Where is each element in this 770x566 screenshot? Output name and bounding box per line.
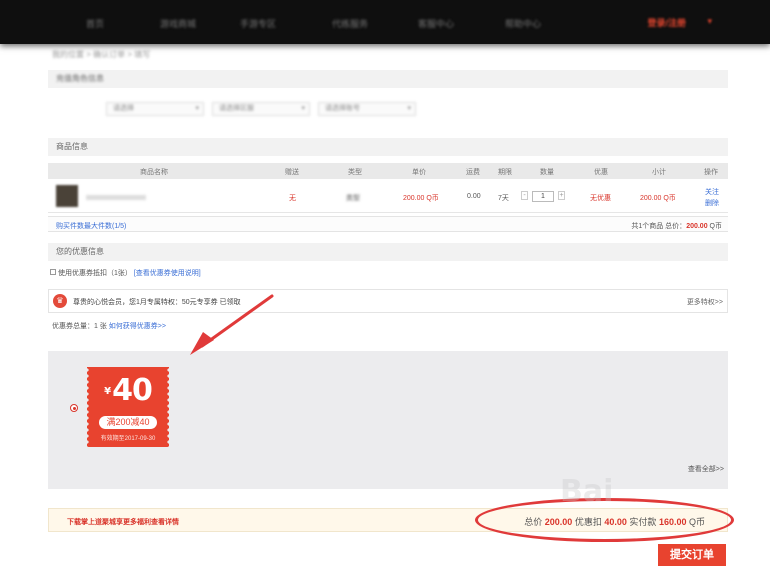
nav-item-help[interactable]: 帮助中心	[505, 17, 541, 30]
nav-item-mobile[interactable]: 手游专区	[240, 17, 276, 30]
app-promo-note[interactable]: 下载掌上道聚城享更多福利查看详情	[67, 517, 179, 527]
goods-summary-bar: 购买件数最大件数(1/5) 共1个商品 总价：200.00 Q币	[48, 216, 728, 232]
unit-price: 200.00 Q币	[403, 195, 439, 202]
goods-table-header: 商品名称 赠送 类型 单价 运费 期限 数量 优惠 小计 操作	[48, 163, 728, 179]
coupon-count-line: 优惠券总量：1 张 如何获得优惠券>>	[52, 323, 166, 330]
coupon-rules-link[interactable]: [查看优惠券使用说明]	[134, 270, 201, 277]
vip-privilege-text: 尊贵的心悦会员，您1月专属特权：50元专享券 已领取	[73, 299, 241, 306]
discount-section-title: 您的优惠信息	[48, 243, 728, 261]
dropdown-icon[interactable]: ▾	[707, 16, 712, 27]
top-navigation-bar: 首页 游戏商城 手游专区 代练服务 客服中心 帮助中心 登录/注册 ▾	[0, 0, 770, 44]
nav-item-home[interactable]: 首页	[86, 17, 104, 30]
delete-link[interactable]: 删除	[705, 198, 719, 208]
discount-value: 无优惠	[590, 195, 611, 202]
submit-order-button[interactable]: 提交订单	[658, 544, 726, 566]
view-all-coupons-link[interactable]: 查看全部>>	[688, 464, 724, 474]
shipping-value: 0.00	[467, 193, 481, 200]
more-privileges-link[interactable]: 更多特权>>	[687, 297, 723, 307]
server-select[interactable]: 请选择区服 ▾	[212, 102, 310, 116]
period-value: 7天	[498, 195, 509, 202]
type-value: 类型	[346, 195, 360, 202]
column-header: 商品名称	[140, 169, 168, 176]
coupon-radio[interactable]	[70, 404, 78, 412]
column-header: 优惠	[594, 169, 608, 176]
column-header: 类型	[348, 169, 362, 176]
how-to-get-coupon-link[interactable]: 如何获得优惠券>>	[109, 323, 166, 330]
product-name[interactable]	[86, 195, 146, 200]
recharge-section-title: 充值角色信息	[48, 70, 728, 88]
column-header: 期限	[498, 169, 512, 176]
role-select[interactable]: 请选择 ▾	[106, 102, 204, 116]
login-link[interactable]: 登录/注册	[647, 16, 686, 29]
goods-total: 共1个商品 总价：200.00 Q币	[631, 223, 722, 230]
coupon-ticket[interactable]: ¥40 满200减40 有效期至2017-09-30	[85, 367, 171, 447]
table-row: 无 类型 200.00 Q币 0.00 7天 - 1 + 无优惠 200.00 …	[48, 181, 728, 213]
gift-value: 无	[289, 195, 296, 202]
goods-section-title: 商品信息	[48, 138, 728, 156]
column-header: 操作	[704, 169, 718, 176]
use-coupon-checkbox[interactable]	[50, 269, 56, 275]
nav-item-store[interactable]: 游戏商城	[160, 17, 196, 30]
coupon-condition: 满200减40	[99, 416, 157, 429]
product-thumbnail	[56, 185, 78, 207]
nav-item-service[interactable]: 代练服务	[332, 17, 368, 30]
column-header: 赠送	[285, 169, 299, 176]
subtotal-value: 200.00 Q币	[640, 195, 676, 202]
coupon-panel: ¥40 满200减40 有效期至2017-09-30 查看全部>>	[48, 351, 728, 489]
crown-icon: ♛	[53, 294, 67, 308]
quantity-decrease-button[interactable]: -	[521, 191, 528, 200]
nav-item-support[interactable]: 客服中心	[418, 17, 454, 30]
chevron-down-icon: ▾	[407, 105, 411, 112]
account-select[interactable]: 请选择账号 ▾	[318, 102, 416, 116]
quantity-input[interactable]: 1	[532, 191, 554, 202]
chevron-down-icon: ▾	[195, 105, 199, 112]
column-header: 小计	[652, 169, 666, 176]
use-coupon-line: 使用优惠券抵扣（1张） [查看优惠券使用说明]	[58, 270, 201, 277]
follow-link[interactable]: 关注	[705, 187, 719, 197]
quantity-limit-link[interactable]: 购买件数最大件数(1/5)	[56, 221, 126, 231]
column-header: 数量	[540, 169, 554, 176]
breadcrumb: 我的位置 > 确认订单 > 填写	[52, 50, 151, 59]
quantity-increase-button[interactable]: +	[558, 191, 565, 200]
watermark: Bai	[560, 474, 614, 509]
column-header: 单价	[412, 169, 426, 176]
coupon-amount: ¥40	[104, 373, 153, 408]
chevron-down-icon: ▾	[301, 105, 305, 112]
vip-privilege-bar: ♛ 尊贵的心悦会员，您1月专属特权：50元专享券 已领取 更多特权>>	[48, 289, 728, 313]
coupon-expiry: 有效期至2017-09-30	[100, 436, 156, 442]
column-header: 运费	[466, 169, 480, 176]
